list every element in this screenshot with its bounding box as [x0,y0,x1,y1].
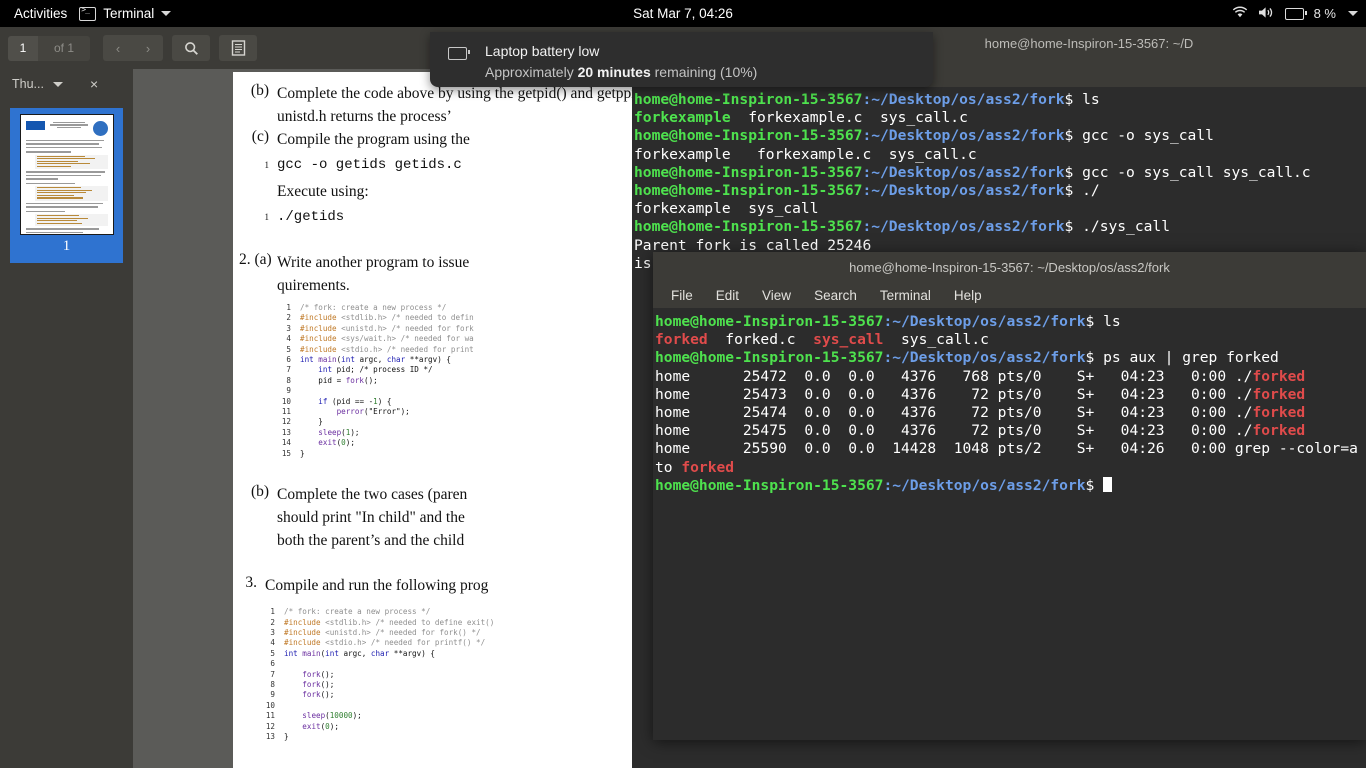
terminal-front-titlebar: home@home-Inspiron-15-3567: ~/Desktop/os… [653,252,1366,282]
notification-popup[interactable]: Laptop battery low Approximately 20 minu… [430,32,933,87]
document-viewer-window: 1 of 1 ‹ › Thu... × 1 (b) Complete the c… [0,27,640,768]
close-sidebar-icon[interactable]: × [90,77,98,91]
activities-button[interactable]: Activities [0,0,79,27]
doc-paragraph: Complete the two cases (paren [277,486,468,504]
list-marker: 2. (a) [239,251,272,268]
thumbnail-seal [92,121,108,136]
thumbnail-logo [25,121,45,130]
terminal-front-menubar: File Edit View Search Terminal Help [653,282,1366,308]
app-menu-button[interactable]: Terminal [79,5,172,21]
thumbnail-page-preview [19,114,114,235]
gnome-top-bar: Activities Terminal Sat Mar 7, 04:26 8 % [0,0,1366,27]
page-thumbnail[interactable]: 1 [10,108,123,263]
notification-detail-suffix: remaining (10%) [650,64,758,80]
chevron-down-icon[interactable] [52,81,63,87]
battery-icon [1284,7,1307,20]
chevron-down-icon[interactable] [1348,11,1358,16]
app-menu-label: Terminal [103,6,155,21]
doc-command: ./getids [277,209,345,225]
battery-low-icon [448,47,470,60]
menu-item-help[interactable]: Help [954,288,982,303]
notification-title: Laptop battery low [485,43,600,59]
volume-icon [1258,6,1275,22]
notification-detail-bold: 20 minutes [577,64,651,80]
menu-item-file[interactable]: File [671,288,693,303]
notification-detail: Approximately 20 minutes remaining (10%) [485,62,757,82]
terminal-front-output[interactable]: home@home-Inspiron-15-3567:~/Desktop/os/… [653,308,1366,740]
code-block-triple-fork: 1/* fork: create a new process */ 2 #incl… [265,607,495,741]
doc-paragraph: both the parent’s and the child [277,532,465,550]
thumbnail-page-number: 1 [62,238,71,254]
wifi-icon [1232,6,1248,22]
code-block-fork-example: 1/* fork: create a new process */ 2 #incl… [281,303,474,458]
document-page: (b) Complete the code above by using the… [233,72,640,768]
system-status-area[interactable]: 8 % [1232,0,1358,27]
search-icon[interactable] [172,35,210,61]
page-nav-group: ‹ › [103,35,163,61]
page-total-label: of 1 [38,35,90,61]
sidebar-toggle-icon[interactable] [219,35,257,61]
doc-paragraph: unistd.h returns the process’ [277,108,452,125]
notification-detail-prefix: Approximately [485,64,578,80]
battery-percent-label: 8 % [1313,6,1336,21]
code-line-number: 1 [264,160,270,170]
sidebar-mode-selector[interactable]: Thu... × [0,69,133,99]
list-marker: (b) [250,82,269,99]
menu-item-edit[interactable]: Edit [716,288,739,303]
clock[interactable]: Sat Mar 7, 04:26 [0,6,1366,21]
menu-item-view[interactable]: View [762,288,791,303]
list-marker: (c) [251,128,269,145]
doc-paragraph: Write another program to issue [277,254,470,271]
code-line-number: 1 [264,212,270,222]
chevron-down-icon[interactable] [161,11,172,16]
menu-item-search[interactable]: Search [814,288,857,303]
sidebar-mode-label: Thu... [12,77,44,91]
previous-page-button[interactable]: ‹ [103,35,133,61]
page-number-input[interactable]: 1 [8,35,38,61]
list-marker: 3. [245,574,257,592]
document-page-area[interactable]: (b) Complete the code above by using the… [133,69,640,768]
doc-paragraph: quirements. [277,277,350,294]
doc-paragraph: Execute using: [277,183,369,200]
doc-paragraph: Compile the program using the [277,131,470,148]
list-marker: (b) [251,483,270,501]
document-sidebar: Thu... × 1 [0,69,133,768]
doc-paragraph: should print "In child" and the [277,509,465,527]
terminal-window-foreground[interactable]: home@home-Inspiron-15-3567: ~/Desktop/os… [653,252,1366,740]
next-page-button[interactable]: › [133,35,163,61]
page-indicator[interactable]: 1 of 1 [8,35,90,61]
doc-command: gcc -o getids getids.c [277,157,462,173]
doc-paragraph: Compile and run the following prog [265,577,489,595]
terminal-icon [79,5,97,21]
menu-item-terminal[interactable]: Terminal [880,288,931,303]
